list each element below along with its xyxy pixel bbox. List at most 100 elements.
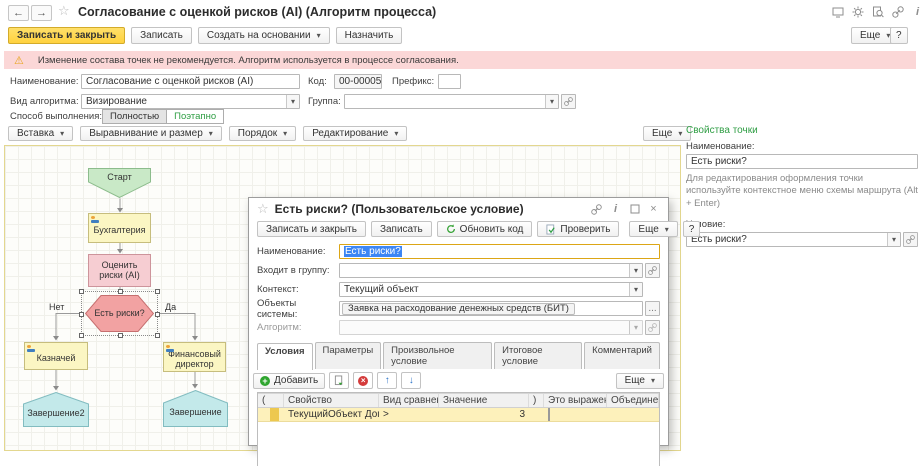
column-close-paren[interactable]: ) [529,394,544,407]
dialog-context-combobox[interactable]: Текущий объект ▾ [339,282,643,297]
tab-total-condition[interactable]: Итоговое условие [494,342,582,369]
tab-conditions[interactable]: Условия [257,343,313,370]
group-combobox[interactable]: ▾ [344,94,559,109]
code-input[interactable]: 00-000056 [334,74,382,89]
branch-no-label: Нет [49,302,64,312]
node-start[interactable]: Старт [88,168,151,198]
chevron-down-icon[interactable]: ▾ [545,95,558,108]
settings-gear-icon[interactable] [851,5,864,18]
link-icon[interactable] [590,203,603,216]
method-staged-option[interactable]: Поэтапно [167,109,224,124]
node-treasurer[interactable]: Казначей [24,342,88,370]
selection-handle[interactable] [155,312,160,317]
chevron-down-icon[interactable]: ▾ [887,233,900,246]
selection-handle[interactable] [118,333,123,338]
node-accounting[interactable]: Бухгалтерия [88,213,151,243]
dialog-tabs: Условия Параметры Произвольное условие И… [257,342,660,369]
favorite-star-icon[interactable]: ☆ [257,201,269,217]
dialog-objects-more-button[interactable]: ... [645,301,660,316]
node-condition[interactable]: Есть риски? [85,295,154,332]
node-end[interactable]: Завершение [163,390,228,427]
table-row[interactable]: ТекущийОбъект Доп... > 3 [258,408,659,422]
properties-condition-combobox[interactable]: Есть риски? ▾ [686,232,901,247]
group-link-button[interactable] [561,94,576,109]
selection-handle[interactable] [155,333,160,338]
column-combine-with[interactable]: Объединение с [607,394,659,407]
properties-condition-link-button[interactable] [903,232,918,247]
save-close-button[interactable]: Записать и закрыть [8,27,125,44]
column-value[interactable]: Значение [439,394,529,407]
create-based-button[interactable]: Создать на основании▾ [198,27,330,44]
selection-handle[interactable] [79,289,84,294]
table-more-button[interactable]: Еще▾ [616,373,664,389]
maximize-icon[interactable] [628,203,641,216]
properties-name-input[interactable]: Есть риски? [686,154,918,169]
delete-row-button[interactable]: × [353,372,373,389]
align-size-menu-button[interactable]: Выравнивание и размер▾ [80,126,222,141]
dialog-toolbar: Записать и закрыть Записать Обновить код… [249,220,668,240]
dialog-help-button[interactable]: ? [683,221,701,237]
chevron-down-icon[interactable]: ▾ [629,264,642,277]
move-down-button[interactable]: ↓ [401,372,421,389]
table-toolbar: + Добавить × ↑ ↓ Еще▾ [249,369,668,392]
form-row-method: Способ выполнения: Полностью Поэтапно [10,109,224,124]
display-icon[interactable] [831,5,844,18]
kind-combobox[interactable]: Визирование ▾ [81,94,300,109]
chevron-down-icon[interactable]: ▾ [286,95,299,108]
dialog-algorithm-combobox[interactable]: ▾ [339,320,643,335]
back-button[interactable]: ← [8,5,29,21]
column-open-paren[interactable]: ( [258,394,284,407]
prefix-input[interactable] [438,74,461,89]
name-input[interactable]: Согласование с оценкой рисков (AI) [81,74,300,89]
column-is-expression[interactable]: Это выражение [544,394,607,407]
node-financial-director[interactable]: Финансовый директор [163,342,226,372]
info-icon[interactable]: i [911,5,924,18]
main-help-button[interactable]: ? [890,27,908,44]
forward-button[interactable]: → [31,5,52,21]
selection-handle[interactable] [118,289,123,294]
dialog-objects-field[interactable]: Заявка на расходование денежных средств … [339,301,643,316]
tab-custom-condition[interactable]: Произвольное условие [383,342,492,369]
dialog-algorithm-link-button[interactable] [645,320,660,335]
is-expression-checkbox[interactable] [548,408,550,421]
point-properties-panel: Свойства точки Наименование: Есть риски?… [686,125,918,247]
tab-comment[interactable]: Комментарий [584,342,660,369]
favorite-star-icon[interactable]: ☆ [58,3,70,19]
assign-button[interactable]: Назначить [336,27,403,44]
refresh-code-button[interactable]: Обновить код [437,221,533,237]
dialog-group-link-button[interactable] [645,263,660,278]
selection-handle[interactable] [79,312,84,317]
order-menu-button[interactable]: Порядок▾ [229,126,296,141]
node-assess-risks[interactable]: Оценить риски (AI) [88,254,151,287]
tab-parameters[interactable]: Параметры [315,342,382,369]
move-up-button[interactable]: ↑ [377,372,397,389]
column-comparison[interactable]: Вид сравнения [379,394,439,407]
method-full-option[interactable]: Полностью [102,109,167,124]
object-chip[interactable]: Заявка на расходование денежных средств … [342,303,575,315]
designer-more-button[interactable]: Еще▾ [643,126,691,141]
chevron-down-icon[interactable]: ▾ [629,321,642,334]
dialog-name-input[interactable]: Есть риски? [339,244,660,259]
chevron-down-icon: ▾ [651,376,655,385]
properties-name-label: Наименование: [686,141,918,152]
close-icon[interactable]: × [647,203,660,216]
selection-handle[interactable] [155,289,160,294]
insert-menu-button[interactable]: Вставка▾ [8,126,73,141]
check-button[interactable]: Проверить [537,221,619,237]
node-end2[interactable]: Завершение2 [23,392,89,427]
save-button[interactable]: Записать [131,27,192,44]
editing-menu-button[interactable]: Редактирование▾ [303,126,407,141]
link-icon[interactable] [891,5,904,18]
dialog-save-close-button[interactable]: Записать и закрыть [257,221,366,237]
plus-icon: + [260,376,270,386]
add-row-button[interactable]: + Добавить [253,373,325,389]
chevron-down-icon[interactable]: ▾ [629,283,642,296]
dialog-more-button[interactable]: Еще▾ [629,221,677,237]
selection-handle[interactable] [79,333,84,338]
column-property[interactable]: Свойство [284,394,379,407]
dialog-group-combobox[interactable]: ▾ [339,263,643,278]
info-icon[interactable]: i [609,203,622,216]
dialog-save-button[interactable]: Записать [371,221,432,237]
copy-row-button[interactable] [329,372,349,389]
search-document-icon[interactable] [871,5,884,18]
